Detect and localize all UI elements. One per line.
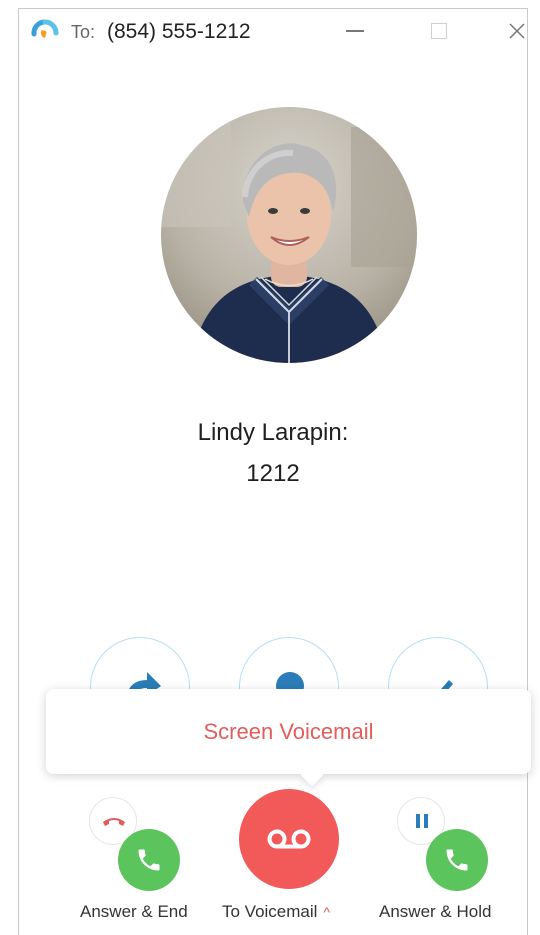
to-voicemail-button[interactable] <box>239 789 339 889</box>
voicemail-options-popup: Screen Voicemail <box>46 689 531 787</box>
maximize-icon <box>431 23 447 39</box>
minimize-button[interactable] <box>335 13 375 49</box>
close-icon <box>509 23 525 39</box>
to-voicemail-label[interactable]: To Voicemail ^ <box>222 902 330 922</box>
maximize-button[interactable] <box>419 13 459 49</box>
phone-answer-icon <box>138 849 160 871</box>
phone-answer-icon <box>446 849 468 871</box>
to-voicemail-text: To Voicemail <box>222 902 318 921</box>
answer-hold-green <box>426 829 488 891</box>
app-logo-icon <box>31 19 59 46</box>
answer-end-green <box>118 829 180 891</box>
screen-voicemail-option[interactable]: Screen Voicemail <box>46 689 531 774</box>
answer-hold-label: Answer & Hold <box>379 902 492 921</box>
minimize-icon <box>346 30 364 32</box>
answer-and-end-button[interactable] <box>89 797 199 891</box>
voicemail-icon <box>267 829 311 849</box>
caller-avatar <box>161 107 417 363</box>
title-bar: To: (854) 555-1212 <box>19 9 527 55</box>
caller-extension: 1212 <box>246 460 300 487</box>
caller-photo <box>161 107 417 363</box>
close-button[interactable] <box>497 13 537 49</box>
caret-up-icon[interactable]: ^ <box>323 904 330 920</box>
answer-and-hold-button[interactable] <box>397 797 507 891</box>
call-window: To: (854) 555-1212 Lindy Larapin: 1212 S… <box>18 8 531 935</box>
destination-number: (854) 555-1212 <box>107 20 251 43</box>
answer-end-label: Answer & End <box>80 902 188 921</box>
to-label: To: <box>71 22 96 42</box>
caller-name: Lindy Larapin: <box>197 419 349 446</box>
